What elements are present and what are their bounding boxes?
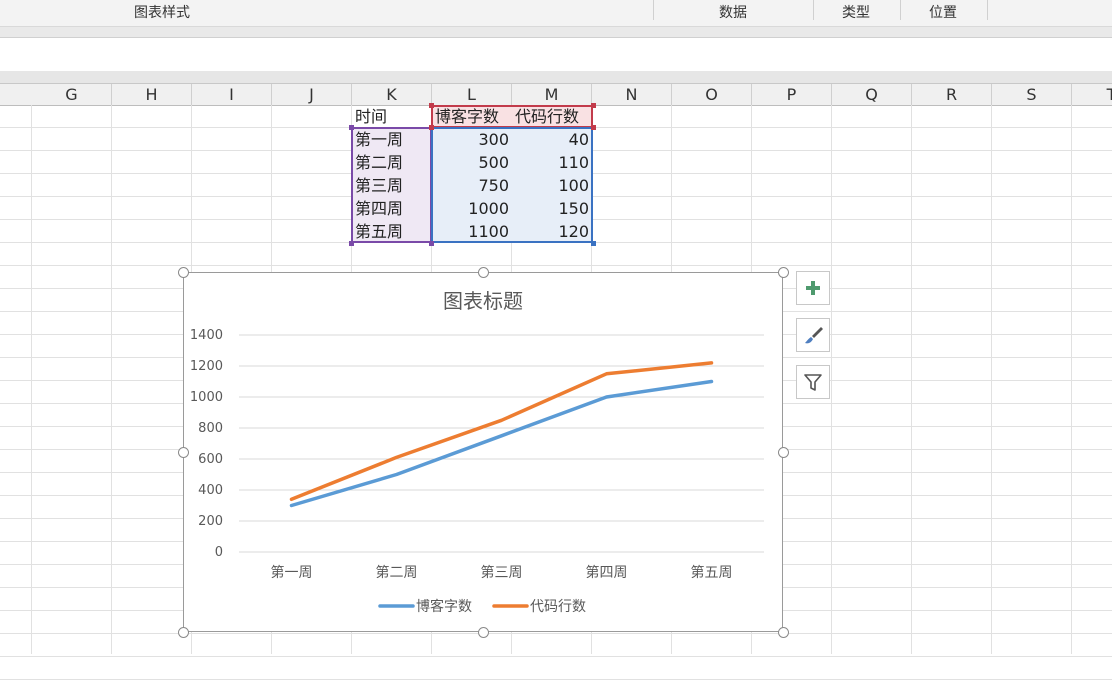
table-header-cell[interactable]: 博客字数 (432, 106, 512, 128)
grid-line (0, 656, 1112, 657)
chart-resize-handle[interactable] (778, 627, 789, 638)
filter-icon (804, 374, 822, 391)
chart-filters-button[interactable] (796, 365, 830, 399)
table-cell[interactable]: 第五周 (352, 221, 432, 243)
table-cell[interactable]: 110 (512, 152, 592, 174)
chart-resize-handle[interactable] (178, 447, 189, 458)
column-header[interactable]: S (992, 84, 1072, 105)
series-line[interactable] (289, 361, 714, 502)
column-header[interactable]: J (272, 84, 352, 105)
legend-label[interactable]: 博客字数 (416, 598, 472, 615)
table-cell[interactable]: 第四周 (352, 198, 432, 220)
column-header[interactable]: K (352, 84, 432, 105)
table-header-cell[interactable]: 代码行数 (512, 106, 592, 128)
y-tick-label: 1000 (190, 390, 223, 405)
ribbon-group-position[interactable]: 位置 (910, 0, 976, 26)
chart-styles-button[interactable] (796, 318, 830, 352)
table-cell[interactable]: 第三周 (352, 175, 432, 197)
ribbon: 图表样式 数据 类型 位置 (0, 0, 1112, 27)
y-tick-label: 1400 (190, 328, 223, 343)
table-cell[interactable]: 100 (512, 175, 592, 197)
ribbon-separator (653, 0, 654, 20)
x-tick-label: 第四周 (586, 564, 628, 581)
formula-bar[interactable] (0, 37, 1112, 72)
chart-area[interactable]: 图表标题 0 200 400 600 800 1000 1200 1400 第一周 第二周 第三周… (183, 272, 783, 632)
column-header[interactable]: P (752, 84, 832, 105)
table-header-cell[interactable]: 时间 (352, 106, 432, 128)
y-tick-label: 200 (198, 514, 223, 529)
grid-line (0, 633, 1112, 634)
table-cell[interactable]: 750 (432, 175, 512, 197)
table-cell[interactable]: 150 (512, 198, 592, 220)
x-tick-label: 第五周 (691, 564, 733, 581)
y-tick-label: 800 (198, 421, 223, 436)
column-header[interactable]: Q (832, 84, 912, 105)
y-tick-label: 400 (198, 483, 223, 498)
table-cell[interactable]: 40 (512, 129, 592, 151)
ribbon-separator (813, 0, 814, 20)
y-tick-label: 1200 (190, 359, 223, 374)
table-cell[interactable]: 500 (432, 152, 512, 174)
column-header[interactable]: G (32, 84, 112, 105)
table-cell[interactable]: 第一周 (352, 129, 432, 151)
column-header[interactable]: H (112, 84, 192, 105)
chart-resize-handle[interactable] (778, 447, 789, 458)
chart-resize-handle[interactable] (178, 627, 189, 638)
table-cell[interactable]: 300 (432, 129, 512, 151)
table-cell[interactable]: 1000 (432, 198, 512, 220)
y-tick-label: 0 (215, 545, 223, 560)
ribbon-group-type[interactable]: 类型 (823, 0, 889, 26)
column-header[interactable]: R (912, 84, 992, 105)
chart-resize-handle[interactable] (778, 267, 789, 278)
ribbon-separator (900, 0, 901, 20)
ribbon-group-chart-styles[interactable]: 图表样式 (112, 0, 212, 26)
column-header[interactable]: T (1072, 84, 1112, 105)
x-tick-label: 第二周 (376, 564, 418, 581)
column-header[interactable]: L (432, 84, 512, 105)
legend-label[interactable]: 代码行数 (530, 599, 586, 615)
column-header[interactable]: I (192, 84, 272, 105)
column-headers: GHIJKLMNOPQRST (0, 83, 1112, 106)
chart-resize-handle[interactable] (478, 267, 489, 278)
chart-resize-handle[interactable] (178, 267, 189, 278)
table-cell[interactable]: 第二周 (352, 152, 432, 174)
ribbon-group-data[interactable]: 数据 (700, 0, 766, 26)
ribbon-separator (987, 0, 988, 20)
chart-title[interactable]: 图表标题 (443, 289, 523, 313)
line-chart: 图表标题 0 200 400 600 800 1000 1200 1400 第一周 第二周 第三周… (190, 289, 764, 615)
table-cell[interactable]: 120 (512, 221, 592, 243)
column-header[interactable]: N (592, 84, 672, 105)
grid-line (0, 265, 1112, 266)
series-line[interactable] (289, 379, 714, 508)
x-tick-label: 第一周 (271, 564, 313, 581)
sheet-toolbar-gap (0, 71, 1112, 83)
plus-icon (806, 281, 820, 295)
x-tick-label: 第三周 (481, 564, 523, 581)
brush-icon (805, 327, 823, 344)
y-tick-label: 600 (198, 452, 223, 467)
ribbon-border (0, 27, 1112, 37)
table-cell[interactable]: 1100 (432, 221, 512, 243)
chart-resize-handle[interactable] (478, 627, 489, 638)
column-header[interactable]: O (672, 84, 752, 105)
chart-elements-button[interactable] (796, 271, 830, 305)
column-header[interactable]: M (512, 84, 592, 105)
